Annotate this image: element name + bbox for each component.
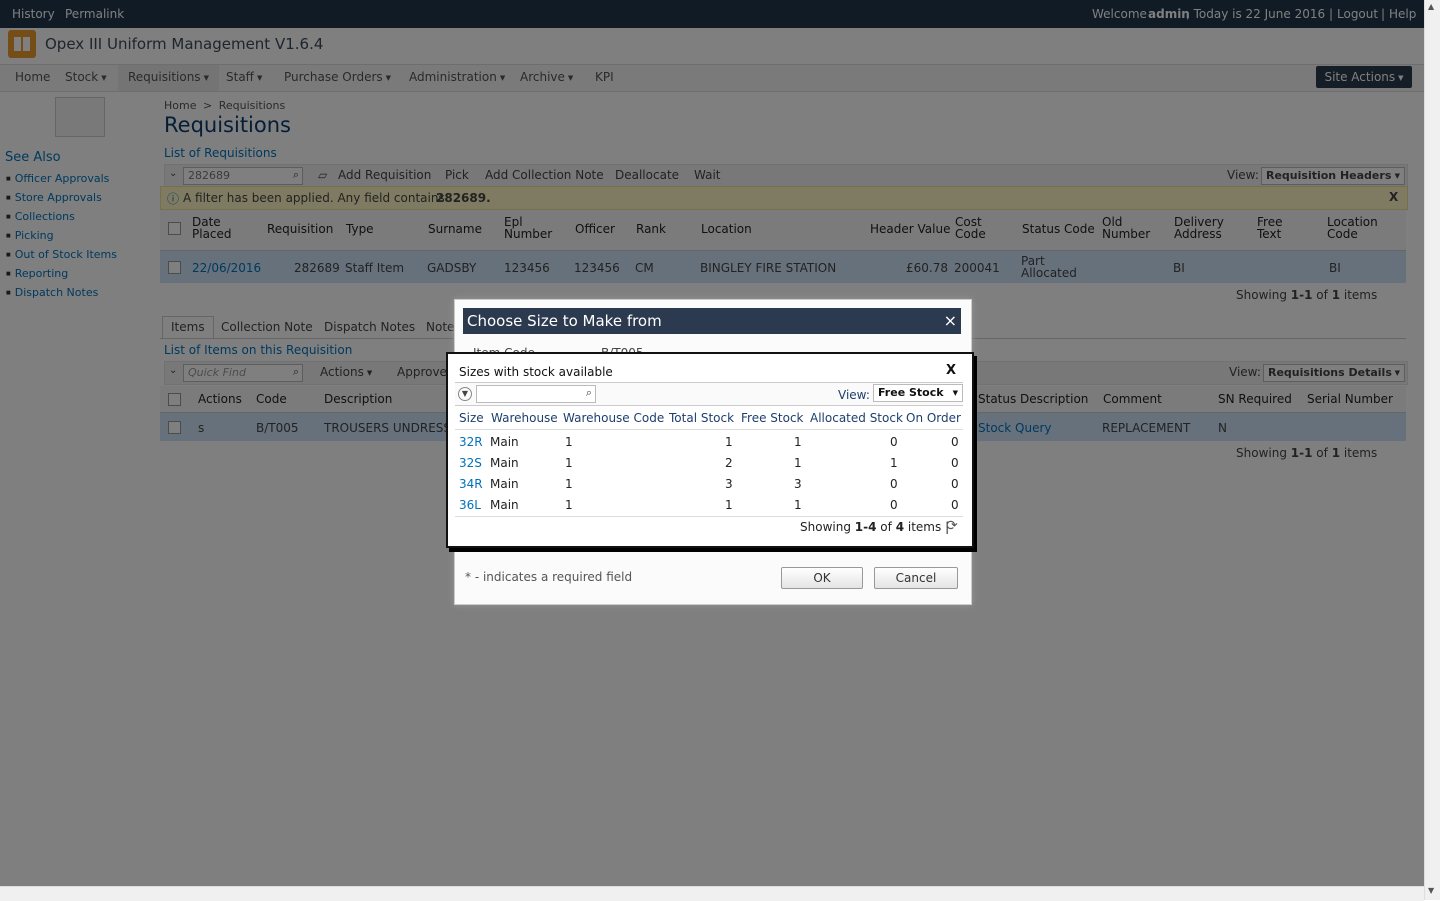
free-stock-cell: 3 [794,477,802,491]
col-total-stock[interactable]: Total Stock [669,411,734,425]
close-icon[interactable]: × [944,308,957,334]
warehouse-code-cell: 1 [565,435,573,449]
total-stock-cell: 1 [725,498,733,512]
warehouse-cell: Main [490,456,519,470]
total-stock-cell: 2 [725,456,733,470]
table-row[interactable]: 34R Main 1 3 3 0 0 [455,472,963,493]
scroll-down-icon[interactable]: ▼ [1428,886,1434,895]
chevron-down-icon: ▼ [952,389,958,397]
warehouse-cell: Main [490,498,519,512]
dialog-title-bar: Choose Size to Make from × [463,308,961,334]
size-link[interactable]: 34R [459,477,483,491]
on-order-cell: 0 [951,477,959,491]
allocated-stock-cell: 0 [890,498,898,512]
chevron-down-icon[interactable]: ▼ [458,387,472,401]
paging-prefix: Showing [800,520,851,534]
size-link[interactable]: 32S [459,456,482,470]
col-free-stock[interactable]: Free Stock [741,411,804,425]
close-icon[interactable]: X [946,363,956,378]
on-order-cell: 0 [951,456,959,470]
view-label: View: [838,388,870,402]
cancel-button[interactable]: Cancel [874,567,958,589]
total-stock-cell: 1 [725,435,733,449]
warehouse-code-cell: 1 [565,477,573,491]
picker-title: Sizes with stock available [459,365,613,379]
paging-total: 4 [895,520,905,534]
paging-range: 1-4 [854,520,877,534]
on-order-cell: 0 [951,435,959,449]
picker-paging: Showing 1-4 of 4 items | [800,520,949,534]
vertical-scrollbar[interactable]: ▲ ▼ [1424,0,1440,900]
size-link[interactable]: 36L [459,498,481,512]
divider [455,516,963,517]
warehouse-cell: Main [490,477,519,491]
allocated-stock-cell: 1 [890,456,898,470]
view-select-value: Free Stock [878,386,944,399]
allocated-stock-cell: 0 [890,435,898,449]
col-warehouse[interactable]: Warehouse [491,411,558,425]
table-row[interactable]: 32R Main 1 1 1 0 0 [455,430,963,451]
paging-of: of [880,520,892,534]
ok-button[interactable]: OK [781,567,863,589]
refresh-icon[interactable]: ⟳ [946,518,958,534]
allocated-stock-cell: 0 [890,477,898,491]
col-size[interactable]: Size [459,411,484,425]
col-allocated-stock[interactable]: Allocated Stock [810,411,903,425]
sizes-picker-popup: Sizes with stock available X ▼ ⌕ View: F… [446,352,974,548]
horizontal-scrollbar[interactable] [0,886,1424,901]
picker-rows: 32R Main 1 1 1 0 0 32S Main 1 2 1 1 0 34… [455,430,963,514]
free-stock-cell: 1 [794,435,802,449]
col-warehouse-code[interactable]: Warehouse Code [563,411,664,425]
free-stock-cell: 1 [794,498,802,512]
picker-search-input[interactable]: ⌕ [476,385,596,403]
required-note: * - indicates a required field [465,570,633,584]
scroll-up-icon[interactable]: ▲ [1428,2,1434,11]
warehouse-cell: Main [490,435,519,449]
on-order-cell: 0 [951,498,959,512]
size-link[interactable]: 32R [459,435,483,449]
warehouse-code-cell: 1 [565,456,573,470]
paging-suffix: items [907,520,942,534]
search-icon[interactable]: ⌕ [586,386,592,400]
table-row[interactable]: 36L Main 1 1 1 0 0 [455,493,963,514]
total-stock-cell: 3 [725,477,733,491]
col-on-order[interactable]: On Order [906,411,961,425]
divider [463,550,961,551]
dialog-title: Choose Size to Make from [467,312,662,330]
free-stock-cell: 1 [794,456,802,470]
warehouse-code-cell: 1 [565,498,573,512]
picker-view-select[interactable]: Free Stock ▼ [873,384,963,402]
table-row[interactable]: 32S Main 1 2 1 1 0 [455,451,963,472]
picker-toolbar: ▼ ⌕ View: Free Stock ▼ [455,382,963,406]
